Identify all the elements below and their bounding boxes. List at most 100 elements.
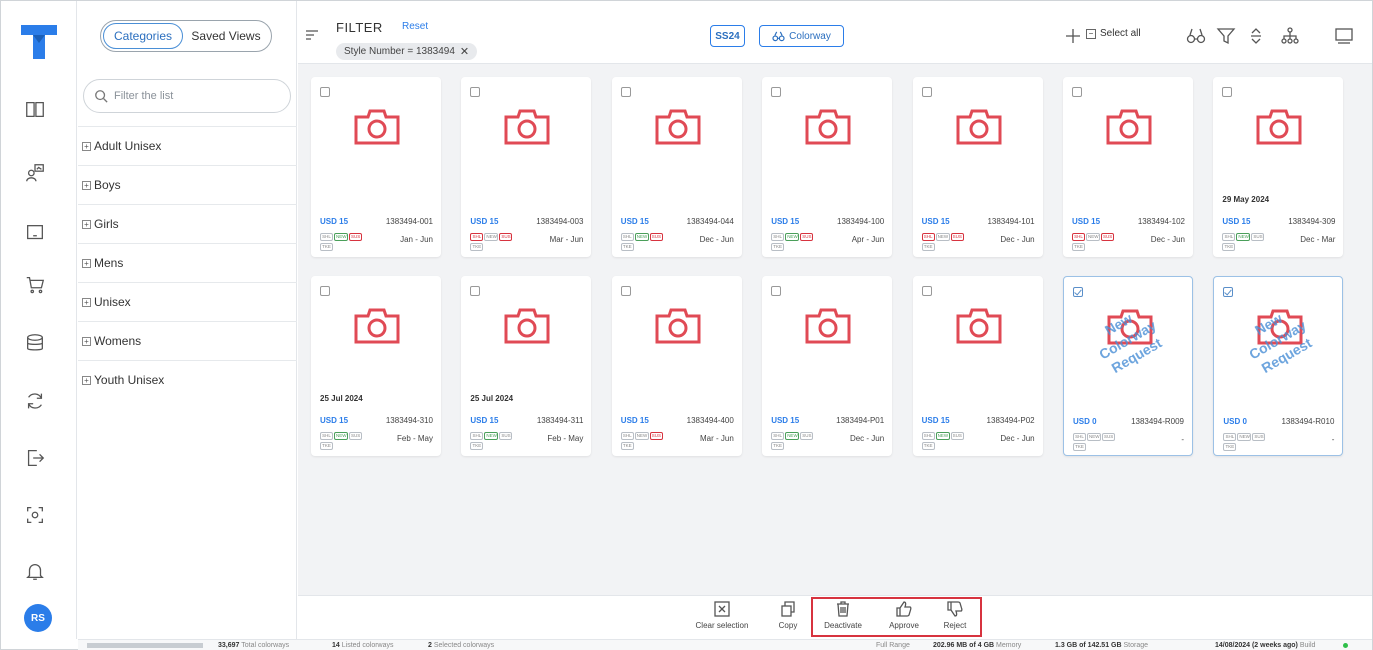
search-placeholder: Filter the list <box>114 90 174 102</box>
colorway-card[interactable]: USD 15 1383494-P01 SHL NEW SUS TKE Dec - Jun <box>762 276 893 456</box>
season-chip[interactable]: SS24 <box>710 25 745 47</box>
card-checkbox[interactable] <box>320 286 330 296</box>
card-price: USD 15 <box>921 217 950 226</box>
status-badge: NEW <box>634 233 649 241</box>
card-checkbox[interactable] <box>320 87 330 97</box>
people-chart-icon[interactable] <box>21 159 49 187</box>
status-badge: SHL <box>1222 233 1236 241</box>
expand-icon[interactable]: + <box>82 180 91 190</box>
tab-categories[interactable]: Categories <box>103 23 183 49</box>
reset-link[interactable]: Reset <box>402 21 428 32</box>
laptop-icon[interactable] <box>21 219 49 247</box>
expand-icon[interactable]: + <box>82 219 91 229</box>
close-icon[interactable]: ✕ <box>460 45 469 58</box>
category-item[interactable]: + Unisex <box>78 282 297 321</box>
card-checkbox[interactable] <box>771 286 782 296</box>
card-checkbox[interactable] <box>1223 287 1234 297</box>
card-checkbox[interactable] <box>620 286 631 296</box>
expand-icon[interactable]: + <box>82 375 91 385</box>
colorway-card[interactable]: USD 15 1383494-100 SHL NEW SUS TKE Apr - Jun <box>762 77 893 257</box>
screen-icon[interactable] <box>1333 25 1355 47</box>
status-badge: SUS <box>1102 433 1115 441</box>
avatar[interactable]: RS <box>24 604 52 632</box>
colorway-card[interactable]: USD 15 1383494-101 SHL NEW SUS TKE Dec - Jun <box>912 77 1043 257</box>
category-item[interactable]: + Youth Unisex <box>78 360 297 399</box>
colorway-card[interactable]: USD 15 1383494-001 SHL NEW SUS TKE Jan - Jun <box>311 77 441 257</box>
camera-icon <box>805 109 851 145</box>
colorway-card[interactable]: New Colorway Request USD 0 1383494-R009 SHL NE… <box>1063 276 1193 456</box>
category-item[interactable]: + Mens <box>78 243 297 282</box>
card-checkbox[interactable] <box>771 87 782 97</box>
card-checkbox[interactable] <box>1072 87 1082 97</box>
expand-icon[interactable]: + <box>82 297 91 307</box>
category-item[interactable]: + Adult Unisex <box>78 126 297 165</box>
card-range: Dec - Jun <box>699 235 734 244</box>
select-all-box: − <box>1086 28 1096 39</box>
card-code: 1383494-P02 <box>986 416 1035 425</box>
card-checkbox[interactable] <box>470 87 481 97</box>
colorway-card[interactable]: USD 15 1383494-044 SHL NEW SUS TKE Dec - Jun <box>611 77 742 257</box>
bell-icon[interactable] <box>21 557 49 585</box>
card-range: Mar - Jun <box>700 434 734 443</box>
status-badge: TKE <box>921 442 935 450</box>
colorway-card[interactable]: 25 Jul 2024 USD 15 1383494-311 SHL NEW SUS TKE… <box>461 276 592 456</box>
clear-selection-button[interactable]: Clear selection <box>692 600 752 630</box>
total-colorways-stat: 33,697 Total colorways <box>218 642 290 649</box>
active-filter-chip[interactable]: Style Number = 1383494 ✕ <box>336 43 478 60</box>
expand-icon[interactable]: + <box>82 141 91 151</box>
colorway-card[interactable]: USD 15 1383494-102 SHL NEW SUS TKE Dec - Jun <box>1063 77 1193 257</box>
status-badge: SHL <box>921 432 935 440</box>
colorway-card[interactable]: USD 15 1383494-003 SHL NEW SUS TKE Mar - Jun <box>461 77 592 257</box>
expand-icon[interactable]: + <box>82 336 91 346</box>
book-icon[interactable] <box>21 95 49 123</box>
colorway-chip[interactable]: Colorway <box>759 25 844 47</box>
status-badges: SHL NEW SUS TKE <box>1223 433 1287 453</box>
database-icon[interactable] <box>21 329 49 357</box>
colorway-card[interactable]: USD 15 1383494-P02 SHL NEW SUS TKE Dec - Jun <box>912 276 1043 456</box>
status-bar: 33,697 Total colorways 14 Listed colorwa… <box>78 639 1372 650</box>
binoculars-icon[interactable] <box>1185 25 1207 47</box>
active-filter-label: Style Number = 1383494 <box>344 46 455 57</box>
status-badge: SUS <box>800 233 814 241</box>
add-icon[interactable] <box>1062 25 1084 47</box>
card-price: USD 15 <box>771 217 800 226</box>
category-item[interactable]: + Boys <box>78 165 297 204</box>
status-badge: SHL <box>1073 433 1086 441</box>
status-badges: SHL NEW SUS TKE <box>470 233 534 253</box>
card-checkbox[interactable] <box>921 286 932 296</box>
copy-button[interactable]: Copy <box>773 600 803 630</box>
brand-logo[interactable] <box>19 21 59 61</box>
sync-icon[interactable] <box>21 387 49 415</box>
deactivate-button[interactable]: Deactivate <box>818 600 868 630</box>
select-all-checkbox[interactable]: − Select all <box>1086 28 1141 39</box>
category-item[interactable]: + Womens <box>78 321 297 360</box>
card-checkbox[interactable] <box>470 286 481 296</box>
category-search-input[interactable]: Filter the list <box>83 79 291 113</box>
hierarchy-icon[interactable] <box>1279 25 1301 47</box>
status-badge: SHL <box>320 432 333 440</box>
expand-icon[interactable]: + <box>82 258 91 268</box>
card-checkbox[interactable] <box>620 87 631 97</box>
card-checkbox[interactable] <box>1073 287 1083 297</box>
camera-icon <box>956 109 1002 145</box>
export-icon[interactable] <box>21 444 49 472</box>
status-badges: SHL NEW SUS TKE <box>771 432 835 452</box>
tab-saved-views[interactable]: Saved Views <box>183 23 269 49</box>
colorway-card[interactable]: New Colorway Request USD 0 1383494-R010 SHL NE… <box>1213 276 1344 456</box>
category-panel: Categories Saved Views Filter the list +… <box>78 1 297 639</box>
colorway-card[interactable]: USD 15 1383494-400 SHL NEW SUS TKE Mar - Jun <box>611 276 742 456</box>
scan-icon[interactable] <box>21 501 49 529</box>
status-badges: SHL NEW SUS TKE <box>921 233 986 253</box>
funnel-icon[interactable] <box>1215 25 1237 47</box>
card-checkbox[interactable] <box>1222 87 1233 97</box>
camera-icon <box>504 109 550 145</box>
colorway-card[interactable]: 25 Jul 2024 USD 15 1383494-310 SHL NEW SUS TKE… <box>311 276 441 456</box>
colorway-card[interactable]: 29 May 2024 USD 15 1383494-309 SHL NEW SUS TKE… <box>1213 77 1344 257</box>
menu-lines-icon[interactable] <box>305 29 319 41</box>
card-checkbox[interactable] <box>921 87 932 97</box>
cart-icon[interactable] <box>21 271 49 299</box>
sort-icon[interactable] <box>1245 25 1267 47</box>
approve-button[interactable]: Approve <box>882 600 926 630</box>
category-item[interactable]: + Girls <box>78 204 297 243</box>
reject-button[interactable]: Reject <box>935 600 975 630</box>
